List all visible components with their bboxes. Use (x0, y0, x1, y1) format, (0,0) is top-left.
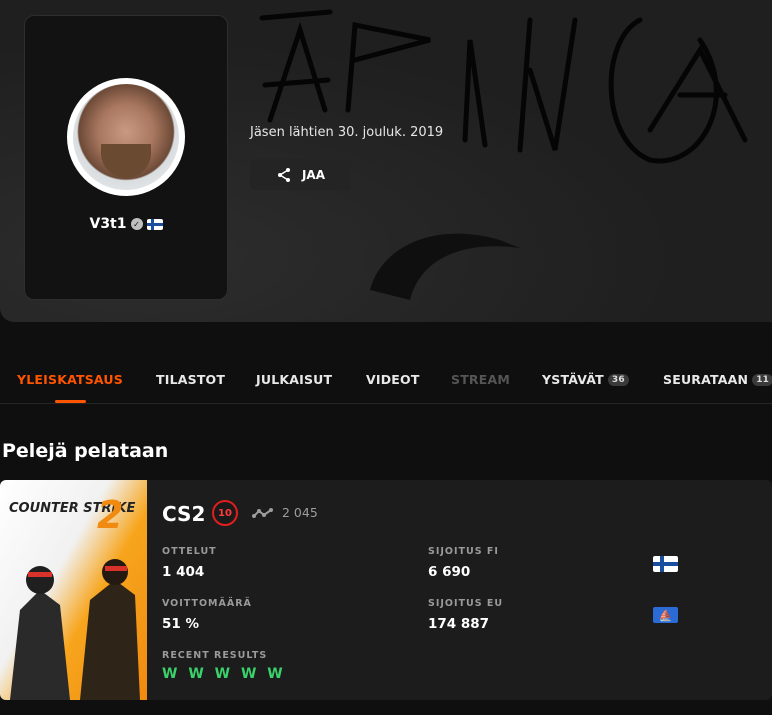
tab-stats[interactable]: TILASTOT (156, 372, 225, 387)
winrate-label: VOITTOMÄÄRÄ (162, 598, 252, 609)
share-label: JAA (301, 167, 326, 182)
tab-label: SEURATAAN (663, 372, 749, 387)
game-title: CS2 (162, 502, 206, 526)
tab-posts[interactable]: JULKAISUT (256, 372, 332, 387)
winrate-value: 51 % (162, 616, 200, 632)
tab-videos[interactable]: VIDEOT (366, 372, 420, 387)
rank-eu-label: SIJOITUS EU (428, 598, 504, 609)
rank-fi-label: SIJOITUS FI (428, 546, 499, 557)
recent-results-label: RECENT RESULTS (162, 650, 268, 661)
section-title: Pelejä pelataan (2, 440, 169, 462)
rank-eu-value: 174 887 (428, 616, 490, 632)
active-tab-indicator (55, 400, 86, 403)
avatar[interactable] (67, 78, 185, 196)
username: V3t1 (89, 216, 127, 232)
friends-count-badge: 36 (607, 373, 629, 386)
member-since: Jäsen lähtien 30. jouluk. 2019 (250, 125, 444, 140)
username-row: V3t1 ✓ (25, 216, 227, 232)
tab-stream[interactable]: STREAM (451, 372, 510, 387)
finland-flag-icon[interactable] (653, 556, 678, 572)
rank-fi-value: 6 690 (428, 564, 471, 580)
verified-check-icon: ✓ (130, 218, 143, 230)
profile-tabs: YLEISKATSAUS TILASTOT JULKAISUT VIDEOT S… (0, 365, 772, 404)
share-icon (277, 167, 290, 182)
skill-level-badge: 10 (212, 500, 238, 526)
europe-region-icon[interactable]: ⛵ (653, 607, 678, 623)
elo-value: 2 045 (282, 505, 318, 520)
tab-following[interactable]: SEURATAAN 11 (663, 372, 772, 387)
tab-label: VIDEOT (366, 372, 420, 387)
following-count-badge: 11 (752, 373, 772, 386)
tab-friends[interactable]: YSTÄVÄT 36 (542, 372, 629, 387)
tab-label: STREAM (451, 372, 511, 387)
tab-label: JULKAISUT (256, 372, 333, 387)
profile-card: V3t1 ✓ (24, 15, 228, 300)
tab-label: TILASTOT (156, 372, 226, 387)
matches-label: OTTELUT (162, 546, 217, 557)
matches-value: 1 404 (162, 564, 205, 580)
game-cover[interactable]: COUNTER STRIKE 2 (0, 480, 147, 700)
recent-results: W W W W W (162, 666, 286, 682)
finland-flag-icon (146, 218, 163, 230)
share-button[interactable]: JAA (250, 159, 351, 190)
tab-label: YLEISKATSAUS (17, 372, 123, 387)
tab-label: YSTÄVÄT (542, 372, 604, 387)
game-card[interactable]: COUNTER STRIKE 2 CS2 10 2 045 OTTELUT 1 … (0, 480, 772, 700)
tab-overview[interactable]: YLEISKATSAUS (17, 372, 123, 387)
elo-display: 2 045 (252, 505, 318, 520)
elo-icon (252, 507, 273, 518)
game-cover-art (10, 559, 140, 700)
